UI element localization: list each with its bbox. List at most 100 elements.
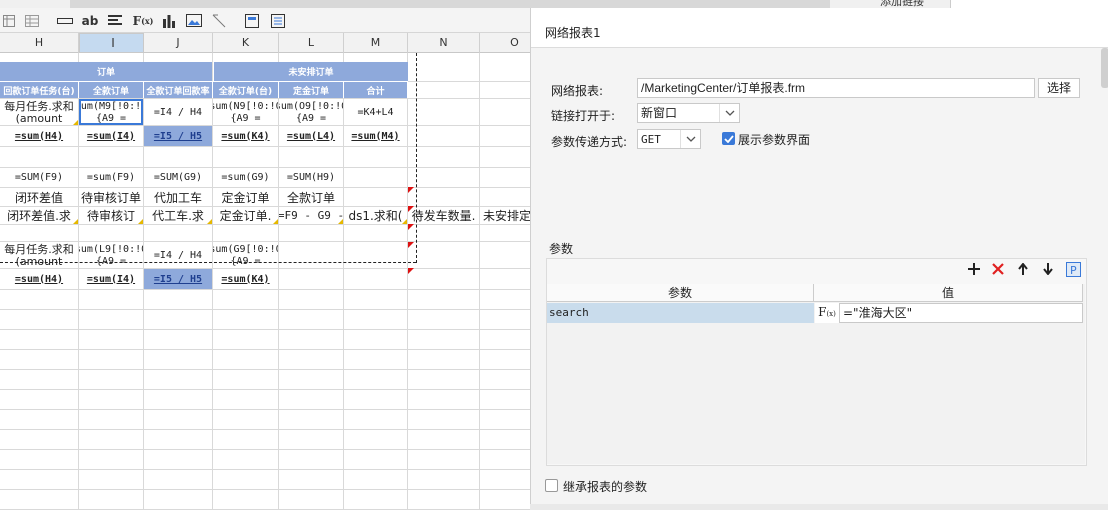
column-header-k[interactable]: K xyxy=(213,33,279,53)
cell-k6[interactable]: =sum(G9) xyxy=(213,168,278,187)
cell-h7[interactable]: 闭环差值 xyxy=(0,188,78,206)
cell-i7[interactable]: 待审核订单 xyxy=(79,188,143,206)
cell-j6[interactable]: =SUM(G9) xyxy=(144,168,212,187)
align-icon[interactable] xyxy=(106,11,124,30)
param-value-input[interactable]: ="淮海大区" xyxy=(839,303,1083,323)
column-header-o[interactable]: O xyxy=(480,33,530,53)
cell-flag xyxy=(408,187,414,193)
form-icon[interactable] xyxy=(244,11,260,30)
column-header-h[interactable]: H xyxy=(0,33,79,53)
cell-l3[interactable]: =sum(O9[!0:!0]{A9 = xyxy=(279,99,343,125)
cell-l4[interactable]: =sum(L4) xyxy=(279,126,343,146)
header-order[interactable]: 订单 xyxy=(0,62,212,81)
header-return-task[interactable]: 回款订单任务(台) xyxy=(0,81,79,98)
spreadsheet[interactable]: H I J K L M N O 订单 未安排订单 回款订单任务(台) 全款订单 … xyxy=(0,33,530,510)
bottom-strip xyxy=(530,504,1108,510)
cell-h6[interactable]: =SUM(F9) xyxy=(0,168,78,187)
chevron-down-icon xyxy=(680,130,700,148)
column-header-n[interactable]: N xyxy=(408,33,480,53)
panel-title-bar: 网络报表1 xyxy=(531,8,1108,48)
cell-h4[interactable]: =sum(H4) xyxy=(0,126,78,146)
formula-icon[interactable]: F(x) xyxy=(815,303,839,323)
cell-i10[interactable]: =sum(L9[!0:!0]{A9 = xyxy=(79,242,143,268)
cell-i3[interactable]: =sum(M9[!0:!0]{A9 = xyxy=(79,99,143,125)
report-path-input[interactable]: /MarketingCenter/订单报表.frm xyxy=(637,78,1035,98)
move-up-icon[interactable] xyxy=(1015,261,1031,277)
list-icon[interactable] xyxy=(270,11,286,30)
cell-o8[interactable]: 未安排定 xyxy=(480,207,530,224)
column-header-j[interactable]: J xyxy=(144,33,213,53)
params-table: 参数 值 search F(x) ="淮海大区" xyxy=(547,284,1085,464)
cell-n8[interactable]: 待发车数量. xyxy=(408,207,479,224)
add-icon[interactable] xyxy=(966,261,982,277)
cell-j3[interactable]: =I4 / H4 xyxy=(144,99,212,125)
method-select[interactable]: GET xyxy=(637,129,701,149)
grid-icon[interactable] xyxy=(24,11,40,30)
inherit-params-label: 继承报表的参数 xyxy=(563,480,648,494)
panel-scrollbar[interactable] xyxy=(1101,48,1108,88)
cell-i6[interactable]: =sum(F9) xyxy=(79,168,143,187)
cell-j7[interactable]: 代加工车 xyxy=(144,188,212,206)
cell-marker xyxy=(73,120,78,125)
cell-k11[interactable]: =sum(K4) xyxy=(213,269,278,289)
slash-icon[interactable] xyxy=(210,11,228,30)
cell-j4[interactable]: =I5 / H5 xyxy=(144,126,212,146)
cell-k10[interactable]: =sum(G9[!0:!0]{A9 = xyxy=(213,242,278,268)
top-strip: 添加链接 xyxy=(0,0,1108,8)
method-label: 参数传递方式: xyxy=(551,135,628,149)
cell-l7[interactable]: 全款订单 xyxy=(279,188,343,206)
choose-button[interactable]: 选择 xyxy=(1038,78,1080,98)
cell-i4[interactable]: =sum(I4) xyxy=(79,126,143,146)
cell-l6[interactable]: =SUM(H9) xyxy=(279,168,343,187)
cell-m8[interactable]: ds1.求和( xyxy=(344,207,407,224)
header-total[interactable]: 合计 xyxy=(344,81,408,98)
textbox-icon[interactable] xyxy=(56,11,74,30)
header-full-order[interactable]: 全款订单 xyxy=(79,81,144,98)
header-unarranged[interactable]: 未安排订单 xyxy=(213,62,408,81)
cell-i8[interactable]: 待审核订 xyxy=(79,207,143,224)
cell-i11[interactable]: =sum(I4) xyxy=(79,269,143,289)
open-in-select[interactable]: 新窗口 xyxy=(637,103,740,123)
move-down-icon[interactable] xyxy=(1040,261,1056,277)
cell-h3[interactable]: 每月任务.求和(amount xyxy=(0,99,78,125)
tab-edge xyxy=(70,0,830,8)
show-param-checkbox[interactable] xyxy=(722,132,735,145)
toolbar: ab F (x) xyxy=(0,8,530,33)
cell-j11[interactable]: =I5 / H5 xyxy=(144,269,212,289)
cell-k3[interactable]: =sum(N9[!0:!0]{A9 = xyxy=(213,99,278,125)
hyperlink-panel: 网络报表1 网络报表: /MarketingCenter/订单报表.frm 选择… xyxy=(530,8,1108,510)
header-full-order-units[interactable]: 全款订单(台) xyxy=(213,81,279,98)
cell-j10[interactable]: =I4 / H4 xyxy=(144,242,212,268)
chevron-down-icon xyxy=(719,104,739,122)
method-value: GET xyxy=(641,133,661,146)
delete-icon[interactable] xyxy=(990,261,1006,277)
header-full-return-rate[interactable]: 全款订单回款率 xyxy=(144,81,213,98)
cell-m4[interactable]: =sum(M4) xyxy=(344,126,407,146)
panel-title: 网络报表1 xyxy=(545,26,601,40)
cell-h10[interactable]: 每月任务.求和(amount xyxy=(0,242,78,268)
cell-k8[interactable]: 定金订单. xyxy=(213,207,278,224)
param-p-icon[interactable]: P xyxy=(1065,261,1081,277)
header-deposit-order[interactable]: 定金订单 xyxy=(279,81,344,98)
cell-grid[interactable]: 订单 未安排订单 回款订单任务(台) 全款订单 全款订单回款率 全款订单(台) … xyxy=(0,53,530,510)
bar-chart-icon[interactable] xyxy=(160,11,178,30)
inherit-params-checkbox[interactable] xyxy=(545,479,558,492)
param-name-cell[interactable]: search xyxy=(547,303,814,323)
cell-k7[interactable]: 定金订单 xyxy=(213,188,278,206)
cell-k4[interactable]: =sum(K4) xyxy=(213,126,278,146)
cell-m3[interactable]: =K4+L4 xyxy=(344,99,407,125)
text-ab-icon[interactable]: ab xyxy=(80,11,100,30)
column-header-m[interactable]: M xyxy=(344,33,408,53)
cell-j8[interactable]: 代工车.求 xyxy=(144,207,212,224)
table-icon[interactable] xyxy=(2,11,16,30)
cell-marker xyxy=(207,219,212,224)
column-header-l[interactable]: L xyxy=(279,33,344,53)
column-header-i[interactable]: I xyxy=(79,33,144,53)
cell-h11[interactable]: =sum(H4) xyxy=(0,269,78,289)
cell-h8[interactable]: 闭环差值.求 xyxy=(0,207,78,224)
cell-flag xyxy=(408,206,414,212)
formula-icon[interactable]: F(x) xyxy=(132,11,154,30)
cell-l8[interactable]: =F9 - G9 - xyxy=(279,207,343,224)
image-icon[interactable] xyxy=(184,11,204,30)
add-link-tab[interactable] xyxy=(950,0,1108,8)
